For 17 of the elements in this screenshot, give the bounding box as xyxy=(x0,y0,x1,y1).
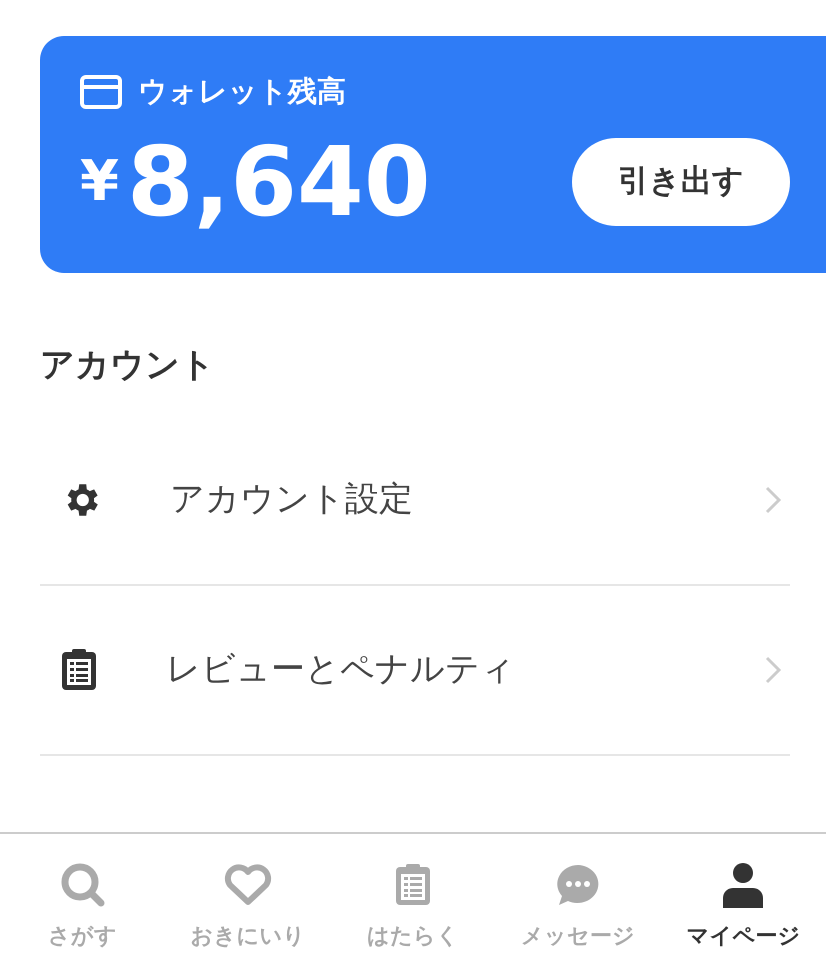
search-icon xyxy=(60,862,106,908)
chevron-icon xyxy=(764,654,782,685)
section-heading: アカウント xyxy=(40,345,216,386)
chevron-icon xyxy=(764,484,782,515)
clipboard-icon xyxy=(60,648,98,692)
tab[interactable]: マイページ xyxy=(660,860,826,960)
balance-amount: 8,640 xyxy=(126,134,431,230)
currency-sign: ¥ xyxy=(80,148,119,216)
chat-bubble-icon xyxy=(555,863,602,907)
withdraw-button[interactable]: 引き出す xyxy=(572,138,790,226)
menu-item[interactable]: レビューとペナルティ xyxy=(40,586,790,756)
clipboard-icon xyxy=(394,863,432,907)
person-icon xyxy=(721,862,766,908)
heart-icon xyxy=(224,864,272,906)
menu-item[interactable]: アカウント設定 xyxy=(40,416,790,586)
wallet-title: ウォレット残高 xyxy=(138,73,346,110)
card-icon xyxy=(80,74,122,109)
